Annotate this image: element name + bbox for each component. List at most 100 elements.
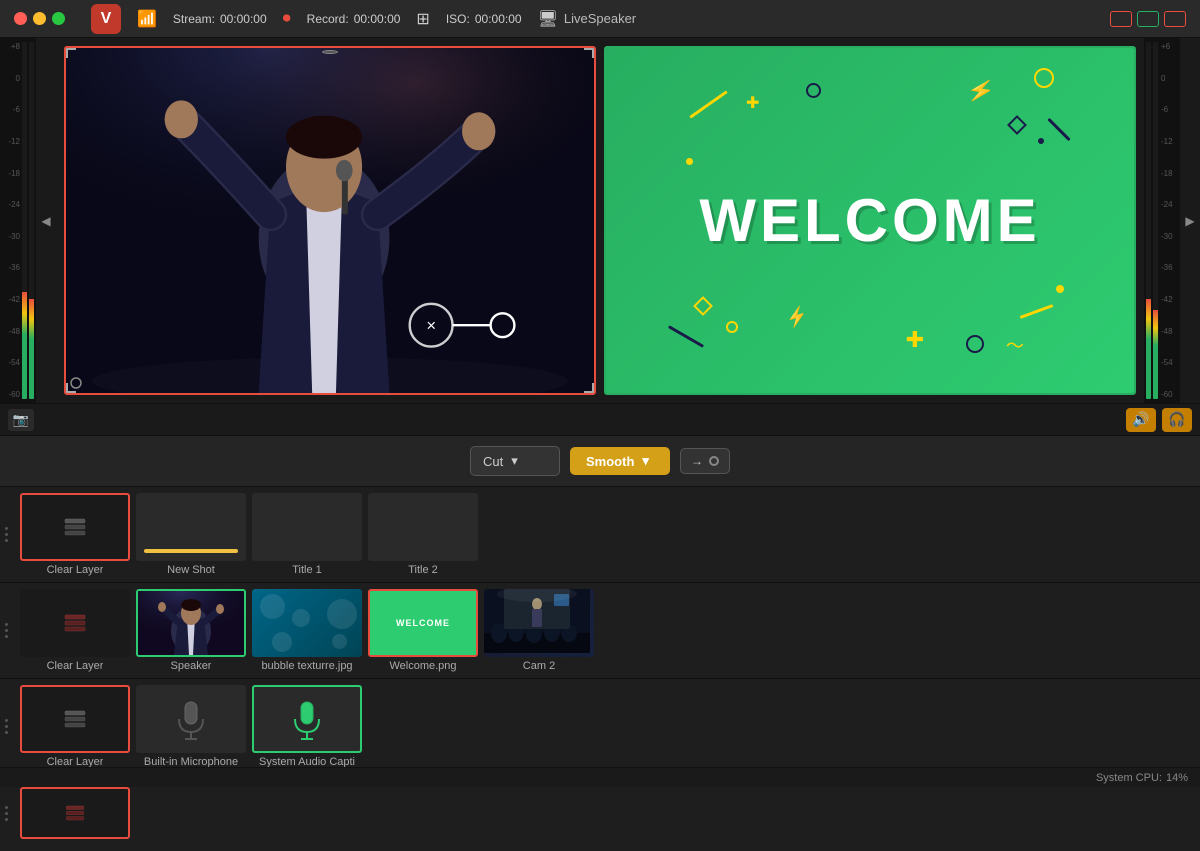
shot-row-2: Clear Layer: [12, 583, 602, 678]
collapse-left-button[interactable]: ◀: [36, 38, 56, 403]
collapse-right-button[interactable]: ▶: [1180, 38, 1200, 403]
shot-section-1: Clear Layer New Shot Title 1 Title 2: [0, 487, 1200, 583]
title1-label: Title 1: [292, 564, 322, 576]
shot-thumb-welcome: WELCOME Welcome.png: [368, 589, 478, 672]
bubble-thumb[interactable]: [252, 589, 362, 657]
title2-label: Title 2: [408, 564, 438, 576]
titlebar: V 📶 Stream: 00:00:00 ⏺ Record: 00:00:00 …: [0, 0, 1200, 38]
new-shot-label: New Shot: [167, 564, 215, 576]
layers-red-icon: [59, 607, 91, 639]
shot-thumb-speaker: Speaker: [136, 589, 246, 672]
cam2-thumb[interactable]: [484, 589, 594, 657]
new-shot-bar: [144, 549, 238, 553]
wifi-icon: 📶: [137, 9, 157, 29]
resize-top-handle[interactable]: [320, 48, 340, 56]
speaker-thumb-svg: [138, 591, 244, 655]
system-cpu-label: System CPU:: [1096, 772, 1162, 784]
vu-right-channel-l: [1146, 42, 1151, 399]
layers-icon-3: [59, 703, 91, 735]
sys-audio-thumb[interactable]: [252, 685, 362, 753]
sys-mic-icon: [287, 694, 327, 744]
corner-resize-handle[interactable]: [70, 377, 82, 389]
traffic-lights: [0, 12, 79, 25]
title2-thumb[interactable]: [368, 493, 478, 561]
status-bar: System CPU: 14%: [0, 767, 1200, 787]
welcome-slide: ⚡ ⚡ ✚ ✚ 〜 WELCOME: [606, 48, 1134, 393]
shot-thumb-cam2: Cam 2: [484, 589, 594, 672]
window-buttons: [1110, 11, 1200, 27]
welcome-mini-text: WELCOME: [396, 618, 450, 628]
layers-icon-4: [61, 799, 89, 827]
shot-thumb-new-shot: New Shot: [136, 493, 246, 576]
row1-divider: [0, 490, 12, 580]
vu-meter-right: +6 0 -6 -12 -18 -24 -30 -36 -42 -48 -54 …: [1144, 38, 1180, 403]
speaker-label: Speaker: [171, 660, 212, 672]
iso-indicator: ISO: 00:00:00: [446, 12, 522, 26]
maximize-button[interactable]: [52, 12, 65, 25]
record-indicator: Record: 00:00:00: [307, 12, 401, 26]
speaker-svg: ×: [66, 48, 594, 393]
shot-section-2: Clear Layer: [0, 583, 1200, 679]
title1-thumb[interactable]: [252, 493, 362, 561]
shot-thumb-clear-layer-1: Clear Layer: [20, 493, 130, 576]
close-button[interactable]: [14, 12, 27, 25]
clear-layer-3-thumb[interactable]: [20, 685, 130, 753]
bubble-label: bubble texturre.jpg: [261, 660, 352, 672]
minimize-button[interactable]: [33, 12, 46, 25]
corner-br: [584, 383, 594, 393]
clear-layer-2-label: Clear Layer: [47, 660, 104, 672]
app-logo: V: [91, 4, 121, 34]
cam2-svg: [484, 589, 590, 653]
shot-thumb-title1: Title 1: [252, 493, 362, 576]
stream-indicator: Stream: 00:00:00: [173, 12, 267, 26]
cut-dropdown[interactable]: Cut ▾: [470, 446, 560, 476]
smooth-button[interactable]: Smooth ▾: [570, 447, 670, 475]
headphone-monitor-button[interactable]: 🎧: [1162, 408, 1192, 432]
stream-label: Stream:: [173, 12, 215, 26]
shot-thumb-clear-layer-3: Clear Layer: [20, 685, 130, 768]
vu-right-channel-r: [1153, 42, 1158, 399]
new-shot-thumb[interactable]: [136, 493, 246, 561]
builtin-mic-thumb[interactable]: [136, 685, 246, 753]
iso-label: ISO:: [446, 12, 470, 26]
record-label: Record:: [307, 12, 349, 26]
shot-thumb-clear-layer-4: [20, 787, 130, 839]
win-btn-1[interactable]: [1110, 11, 1132, 27]
shot-row-1: Clear Layer New Shot Title 1 Title 2: [12, 487, 486, 582]
iso-grid-icon: ⊞: [416, 9, 429, 29]
shot-thumb-bubble: bubble texturre.jpg: [252, 589, 362, 672]
record-button[interactable]: ⏺: [283, 10, 291, 28]
shot-thumb-title2: Title 2: [368, 493, 478, 576]
smooth-label: Smooth: [586, 454, 634, 469]
iso-time: 00:00:00: [475, 12, 522, 26]
svg-text:×: ×: [426, 316, 436, 335]
cam2-label: Cam 2: [523, 660, 555, 672]
stream-time: 00:00:00: [220, 12, 267, 26]
speaker-thumb[interactable]: [136, 589, 246, 657]
preview-row: ×: [56, 38, 1144, 403]
shot-row-3: Clear Layer Built-in Microphone: [12, 679, 370, 774]
welcome-thumb[interactable]: WELCOME: [368, 589, 478, 657]
clear-layer-2-thumb[interactable]: [20, 589, 130, 657]
transition-indicator: [709, 456, 719, 466]
clear-layer-1-thumb[interactable]: [20, 493, 130, 561]
win-btn-2[interactable]: [1137, 11, 1159, 27]
previews-container: ×: [56, 38, 1144, 403]
win-btn-3[interactable]: [1164, 11, 1186, 27]
shot-row-4: [12, 781, 138, 845]
program-panel[interactable]: ×: [64, 46, 596, 395]
transition-arrow-button[interactable]: →: [680, 448, 730, 474]
crossfade-controls: Cut ▾ Smooth ▾ →: [0, 435, 1200, 487]
cut-label: Cut: [483, 454, 503, 469]
row2-divider: [0, 586, 12, 676]
vu-channel-r: [29, 42, 34, 399]
preview-panel[interactable]: ⚡ ⚡ ✚ ✚ 〜 WELCOME: [604, 46, 1136, 395]
smooth-arrow: ▾: [642, 453, 649, 469]
shot-section-3: Clear Layer Built-in Microphone: [0, 679, 1200, 775]
camera-settings-button[interactable]: 📷: [8, 409, 34, 431]
shot-thumb-sys-audio: System Audio Capti: [252, 685, 362, 768]
clear-layer-4-thumb[interactable]: [20, 787, 130, 839]
vu-channel-l: [22, 42, 27, 399]
camera-feed: ×: [66, 48, 594, 393]
speaker-monitor-button[interactable]: 🔊: [1126, 408, 1156, 432]
